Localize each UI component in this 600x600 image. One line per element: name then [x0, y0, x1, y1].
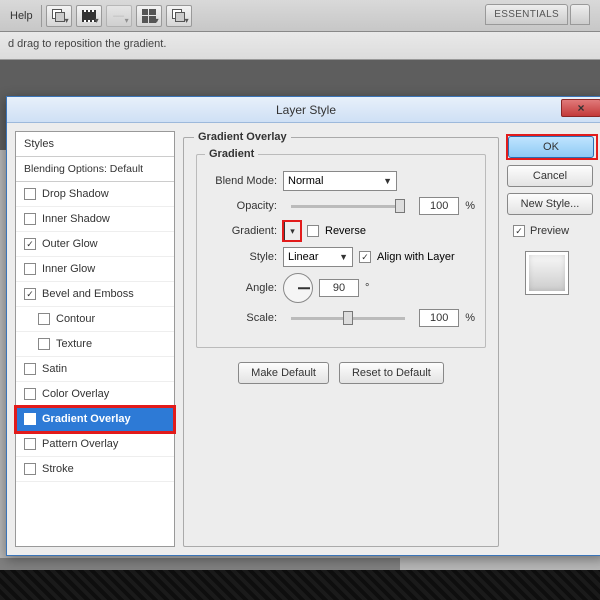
gradient-label: Gradient: [207, 225, 277, 237]
style-inner-shadow[interactable]: Inner Shadow [16, 207, 174, 232]
style-stroke[interactable]: Stroke [16, 457, 174, 482]
angle-dial[interactable] [283, 273, 313, 303]
gradient-dropdown[interactable]: ▾ [285, 221, 301, 241]
styles-header[interactable]: Styles [16, 132, 174, 157]
blending-options[interactable]: Blending Options: Default [16, 157, 174, 182]
help-menu[interactable]: Help [4, 10, 39, 22]
blend-mode-select[interactable]: Normal▼ [283, 171, 397, 191]
settings-panel: Gradient Overlay Gradient Blend Mode: No… [183, 131, 499, 547]
tool-arrange[interactable]: ▾ [166, 5, 192, 27]
opacity-slider[interactable] [291, 205, 405, 208]
preview-label: Preview [530, 225, 569, 237]
reset-default-button[interactable]: Reset to Default [339, 362, 444, 384]
cancel-button[interactable]: Cancel [507, 165, 593, 187]
reverse-checkbox[interactable] [307, 225, 319, 237]
tool-grid[interactable]: ▾ [136, 5, 162, 27]
style-inner-glow[interactable]: Inner Glow [16, 257, 174, 282]
dialog-titlebar[interactable]: Layer Style × [7, 97, 600, 123]
close-button[interactable]: × [561, 99, 600, 117]
workspace-other[interactable] [570, 4, 590, 25]
align-label: Align with Layer [377, 251, 455, 263]
blend-mode-label: Blend Mode: [207, 175, 277, 187]
style-label: Style: [207, 251, 277, 263]
layer-style-dialog: Layer Style × Styles Blending Options: D… [6, 96, 600, 556]
style-satin[interactable]: Satin [16, 357, 174, 382]
angle-value[interactable]: 90 [319, 279, 359, 297]
preview-checkbox[interactable] [513, 225, 525, 237]
scale-slider[interactable] [291, 317, 405, 320]
tool-hint: d drag to reposition the gradient. [8, 38, 166, 50]
style-drop-shadow[interactable]: Drop Shadow [16, 182, 174, 207]
angle-label: Angle: [207, 282, 277, 294]
style-contour[interactable]: Contour [16, 307, 174, 332]
chevron-down-icon: ▼ [383, 176, 392, 186]
opacity-label: Opacity: [207, 200, 277, 212]
style-pattern-overlay[interactable]: Pattern Overlay [16, 432, 174, 457]
tool-layers[interactable]: ▾ [46, 5, 72, 27]
align-checkbox[interactable] [359, 251, 371, 263]
style-select[interactable]: Linear▼ [283, 247, 353, 267]
opacity-value[interactable]: 100 [419, 197, 459, 215]
reverse-label: Reverse [325, 225, 366, 237]
dialog-title: Layer Style [276, 103, 336, 117]
chevron-down-icon: ▾ [290, 226, 295, 237]
close-icon: × [577, 101, 584, 115]
ok-button[interactable]: OK [508, 136, 594, 158]
options-bar: d drag to reposition the gradient. [0, 32, 600, 60]
tool-film[interactable]: ▾ [76, 5, 102, 27]
app-menubar: Help ▾ ▾ —▾ ▾ ▾ ESSENTIALS [0, 0, 600, 32]
inner-title: Gradient [205, 148, 258, 160]
group-title: Gradient Overlay [194, 131, 291, 143]
preview-swatch [525, 251, 569, 295]
new-style-button[interactable]: New Style... [507, 193, 593, 215]
canvas-pattern [0, 570, 600, 600]
chevron-down-icon: ▼ [339, 252, 348, 262]
scale-label: Scale: [207, 312, 277, 324]
workspace-essentials[interactable]: ESSENTIALS [485, 4, 568, 25]
style-bevel-emboss[interactable]: Bevel and Emboss [16, 282, 174, 307]
make-default-button[interactable]: Make Default [238, 362, 329, 384]
style-gradient-overlay[interactable]: Gradient Overlay [16, 407, 174, 432]
scale-value[interactable]: 100 [419, 309, 459, 327]
styles-list: Styles Blending Options: Default Drop Sh… [15, 131, 175, 547]
canvas-strip [0, 558, 400, 570]
style-outer-glow[interactable]: Outer Glow [16, 232, 174, 257]
style-color-overlay[interactable]: Color Overlay [16, 382, 174, 407]
dialog-buttons: OK Cancel New Style... Preview [507, 131, 597, 547]
tool-disabled: —▾ [106, 5, 132, 27]
style-texture[interactable]: Texture [16, 332, 174, 357]
